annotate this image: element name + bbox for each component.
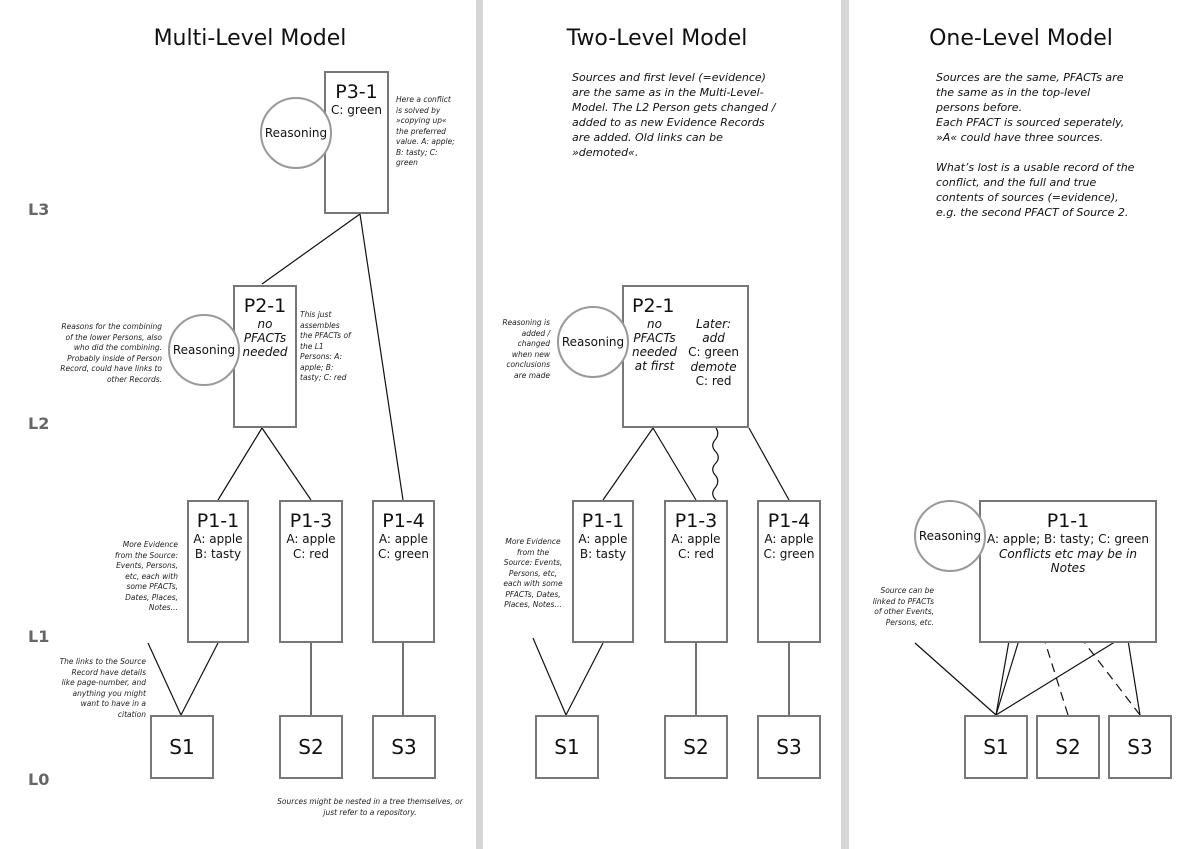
edge-p2-p13-direct bbox=[652, 427, 697, 501]
edge-p2-p11 bbox=[217, 427, 263, 501]
source-s1-one: S1 bbox=[964, 715, 1028, 779]
level-label-l2: L2 bbox=[28, 414, 50, 433]
person-fact: B: tasty bbox=[579, 547, 627, 561]
two-level-title: Two-Level Model bbox=[566, 26, 748, 51]
person-fact: needed bbox=[242, 345, 288, 359]
edge-p3-p14 bbox=[359, 213, 404, 501]
person-fact: A: apple; B: tasty; C: green bbox=[987, 532, 1149, 546]
evidence-note: More Evidence from the Source: Events, P… bbox=[114, 540, 178, 612]
person-fact: C: green bbox=[688, 345, 739, 359]
person-fact: PFACTs bbox=[633, 331, 676, 345]
one-level-intro-2: Each PFACT is sourced seperately, »A« co… bbox=[936, 116, 1125, 144]
source-s1: S1 bbox=[150, 715, 214, 779]
person-fact: C: green bbox=[331, 103, 382, 117]
person-name: P1-1 bbox=[581, 510, 625, 532]
source-s1-two: S1 bbox=[535, 715, 599, 779]
level-label-l3: L3 bbox=[28, 200, 50, 219]
person-fact: B: tasty bbox=[194, 547, 242, 561]
person-fact: A: apple bbox=[378, 532, 429, 546]
evidence-note: More Evidence from the Source: Events, P… bbox=[503, 537, 563, 609]
two-level-intro: Sources and first level (=evidence) are … bbox=[572, 71, 776, 159]
one-level-intro-3: What’s lost is a usable record of the co… bbox=[936, 161, 1135, 219]
person-name: P1-4 bbox=[767, 510, 811, 532]
person-fact: at first bbox=[634, 359, 675, 373]
source-s3: S3 bbox=[372, 715, 436, 779]
person-name: P2-1 bbox=[243, 295, 287, 317]
person-name: P2-1 bbox=[632, 295, 675, 317]
person-fact: no bbox=[257, 317, 273, 331]
edge-p11-s1-a bbox=[180, 642, 219, 716]
person-fact: C: green bbox=[763, 547, 815, 561]
person-p3-1: P3-1 C: green bbox=[324, 71, 389, 214]
person-fact: needed bbox=[632, 345, 677, 359]
source-s2: S2 bbox=[279, 715, 343, 779]
source-s3-two: S3 bbox=[757, 715, 821, 779]
one-level-intro-1: Sources are the same, PFACTs are the sam… bbox=[936, 71, 1124, 114]
p2-note-right: This just assembles the PFACTs of the L1… bbox=[300, 310, 351, 382]
person-fact: C: red bbox=[293, 547, 329, 561]
person-fact: add bbox=[702, 331, 725, 345]
one-level-title: One-Level Model bbox=[929, 26, 1113, 51]
level-label-l0: L0 bbox=[28, 770, 50, 789]
reasoning-circle: Reasoning bbox=[557, 306, 629, 378]
edge-p11-s1-two bbox=[565, 642, 604, 716]
reasoning-circle: Reasoning bbox=[168, 314, 240, 386]
edge-note-s1-one bbox=[914, 642, 997, 716]
person-p1-4-two: P1-4 A: apple C: green bbox=[757, 500, 821, 643]
edge-note-s1 bbox=[147, 642, 182, 716]
edge-p2-p11-two bbox=[602, 427, 654, 501]
person-p1-1-one: P1-1 A: apple; B: tasty; C: green Confli… bbox=[979, 500, 1157, 643]
person-p2-1: P2-1 no PFACTs needed bbox=[233, 285, 297, 428]
person-name: P1-1 bbox=[1046, 510, 1090, 532]
person-p2-1-two: P2-1 no PFACTs needed at first Later: ad… bbox=[622, 285, 749, 428]
links-note: The links to the Source Record have deta… bbox=[59, 657, 146, 719]
edge-p2-p14-two bbox=[748, 427, 790, 501]
person-fact: demote bbox=[690, 360, 737, 374]
person-fact: PFACTs bbox=[243, 331, 287, 345]
person-fact: A: apple bbox=[193, 532, 243, 546]
p2-note-left: Reasons for the combining of the lower P… bbox=[60, 322, 162, 384]
edge-s1-p11-c bbox=[995, 639, 1119, 716]
source-s2-two: S2 bbox=[664, 715, 728, 779]
person-p1-1: P1-1 A: apple B: tasty bbox=[187, 500, 249, 643]
person-fact: A: apple bbox=[671, 532, 721, 546]
person-fact: C: red bbox=[695, 374, 732, 388]
person-fact: A: apple bbox=[764, 532, 814, 546]
p3-note: Here a conflict is solved by »copying up… bbox=[396, 95, 455, 167]
person-fact: A: apple bbox=[578, 532, 628, 546]
person-name: P1-3 bbox=[674, 510, 718, 532]
source-s2-one: S2 bbox=[1036, 715, 1100, 779]
person-fact: Later: bbox=[695, 317, 732, 331]
person-fact: no bbox=[647, 317, 662, 331]
edge-p2-p13-wavy bbox=[696, 427, 719, 511]
person-name: P1-4 bbox=[382, 510, 425, 532]
reasoning-note: Reasoning is added / changed when new co… bbox=[502, 318, 550, 380]
level-label-l1: L1 bbox=[28, 627, 50, 646]
person-p1-4: P1-4 A: apple C: green bbox=[372, 500, 435, 643]
person-name: P3-1 bbox=[335, 81, 378, 103]
edge-p2-p13 bbox=[261, 427, 312, 501]
person-p1-3: P1-3 A: apple C: red bbox=[279, 500, 343, 643]
edge-note-s1-two bbox=[532, 637, 567, 716]
person-fact: C: green bbox=[378, 547, 429, 561]
person-fact: Conflicts etc may be in Notes bbox=[999, 547, 1137, 575]
person-name: P1-1 bbox=[196, 510, 240, 532]
person-name: P1-3 bbox=[289, 510, 333, 532]
reasoning-circle: Reasoning bbox=[260, 97, 332, 169]
multi-level-title: Multi-Level Model bbox=[153, 26, 347, 51]
source-note: Source can be linked to PFACTs of other … bbox=[872, 586, 934, 627]
source-s3-one: S3 bbox=[1108, 715, 1172, 779]
sources-note: Sources might be nested in a tree themse… bbox=[277, 797, 463, 817]
reasoning-circle: Reasoning bbox=[914, 500, 986, 572]
edge-p3-p2 bbox=[261, 213, 361, 285]
person-fact: A: apple bbox=[286, 532, 336, 546]
person-p1-3-two: P1-3 A: apple C: red bbox=[664, 500, 728, 643]
person-p1-1-two: P1-1 A: apple B: tasty bbox=[572, 500, 634, 643]
person-fact: C: red bbox=[678, 547, 714, 561]
